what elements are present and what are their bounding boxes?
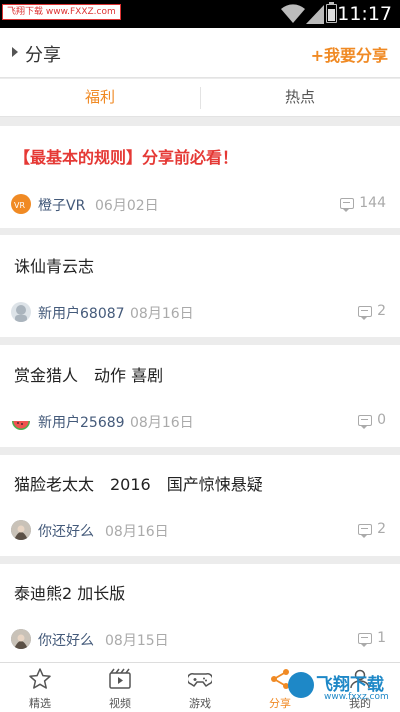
comment-count[interactable]: 2 [358, 303, 386, 320]
signal-icon [306, 5, 324, 24]
watermark-url: www.fxxz.com [324, 692, 389, 702]
post-author[interactable]: 新用户25689 [38, 412, 125, 432]
svg-text:VR: VR [14, 201, 25, 210]
star-icon [29, 668, 51, 689]
nav-games[interactable]: 游戏 [160, 663, 240, 712]
tab-bar: 福利 热点 [0, 79, 400, 117]
tab-welfare[interactable]: 福利 [0, 79, 200, 117]
post-title: 猫脸老太太 2016 国产惊悚悬疑 [14, 475, 263, 494]
list-item[interactable]: 【最基本的规则】分享前必看！ VR 橙子VR 06月02日 144 [0, 126, 400, 228]
nav-label: 游戏 [189, 697, 211, 710]
post-date: 08月16日 [130, 415, 194, 431]
list-item[interactable]: 赏金猎人 动作 喜剧 新用户25689 08月16日 0 [0, 345, 400, 447]
avatar: VR [11, 194, 31, 214]
post-author[interactable]: 橙子VR [38, 195, 85, 215]
post-author[interactable]: 你还好么 [38, 521, 94, 541]
comment-count-value: 2 [377, 303, 386, 319]
caret-right-icon[interactable] [12, 47, 18, 57]
avatar [11, 520, 31, 540]
tab-hot[interactable]: 热点 [200, 79, 400, 117]
clock: 11:17 [337, 3, 392, 25]
post-title: 诛仙青云志 [14, 257, 95, 276]
comment-count-value: 2 [377, 521, 386, 537]
post-date: 08月15日 [105, 633, 169, 649]
comment-icon [340, 197, 355, 212]
comment-count-value: 1 [377, 630, 386, 646]
wifi-icon [281, 4, 305, 24]
comment-count[interactable]: 1 [358, 630, 386, 647]
comment-count[interactable]: 0 [358, 412, 386, 429]
nav-video[interactable]: 视频 [80, 663, 160, 712]
nav-label: 视频 [109, 697, 131, 710]
post-date: 08月16日 [130, 306, 194, 322]
list-item[interactable]: 泰迪熊2 加长版 你还好么 08月15日 1 [0, 564, 400, 662]
post-title: 泰迪熊2 加长版 [14, 584, 126, 603]
comment-icon [358, 305, 373, 320]
avatar [11, 302, 31, 322]
site-logo: 飞翔下载 www.FXXZ.com [2, 4, 121, 20]
comment-icon [358, 632, 373, 647]
page-title: 分享 [25, 45, 61, 66]
comment-count[interactable]: 2 [358, 521, 386, 538]
post-date: 08月16日 [105, 524, 169, 540]
add-share-button[interactable]: +我要分享 [311, 42, 388, 66]
gamepad-icon [188, 673, 212, 687]
list-item[interactable]: 诛仙青云志 新用户68087 08月16日 2 [0, 235, 400, 337]
comment-count-value: 144 [359, 195, 386, 211]
battery-icon [326, 2, 337, 23]
video-icon [109, 668, 131, 689]
nav-label: 精选 [29, 697, 51, 710]
status-bar: 飞翔下载 www.FXXZ.com 11:17 [0, 0, 400, 28]
post-date: 06月02日 [95, 198, 159, 214]
page-header: 分享 +我要分享 [0, 28, 400, 78]
nav-featured[interactable]: 精选 [0, 663, 80, 712]
comment-count[interactable]: 144 [340, 195, 386, 212]
comment-icon [358, 414, 373, 429]
post-title: 【最基本的规则】分享前必看！ [14, 148, 239, 167]
watermark-logo [288, 672, 314, 698]
post-author[interactable]: 新用户68087 [38, 303, 125, 323]
post-author[interactable]: 你还好么 [38, 630, 94, 650]
comment-icon [358, 523, 373, 538]
watermark: 飞翔下载 www.fxxz.com [286, 668, 396, 710]
avatar [11, 629, 31, 649]
avatar [11, 411, 31, 431]
comment-count-value: 0 [377, 412, 386, 428]
post-title: 赏金猎人 动作 喜剧 [14, 366, 164, 385]
list-item[interactable]: 猫脸老太太 2016 国产惊悚悬疑 你还好么 08月16日 2 [0, 455, 400, 556]
